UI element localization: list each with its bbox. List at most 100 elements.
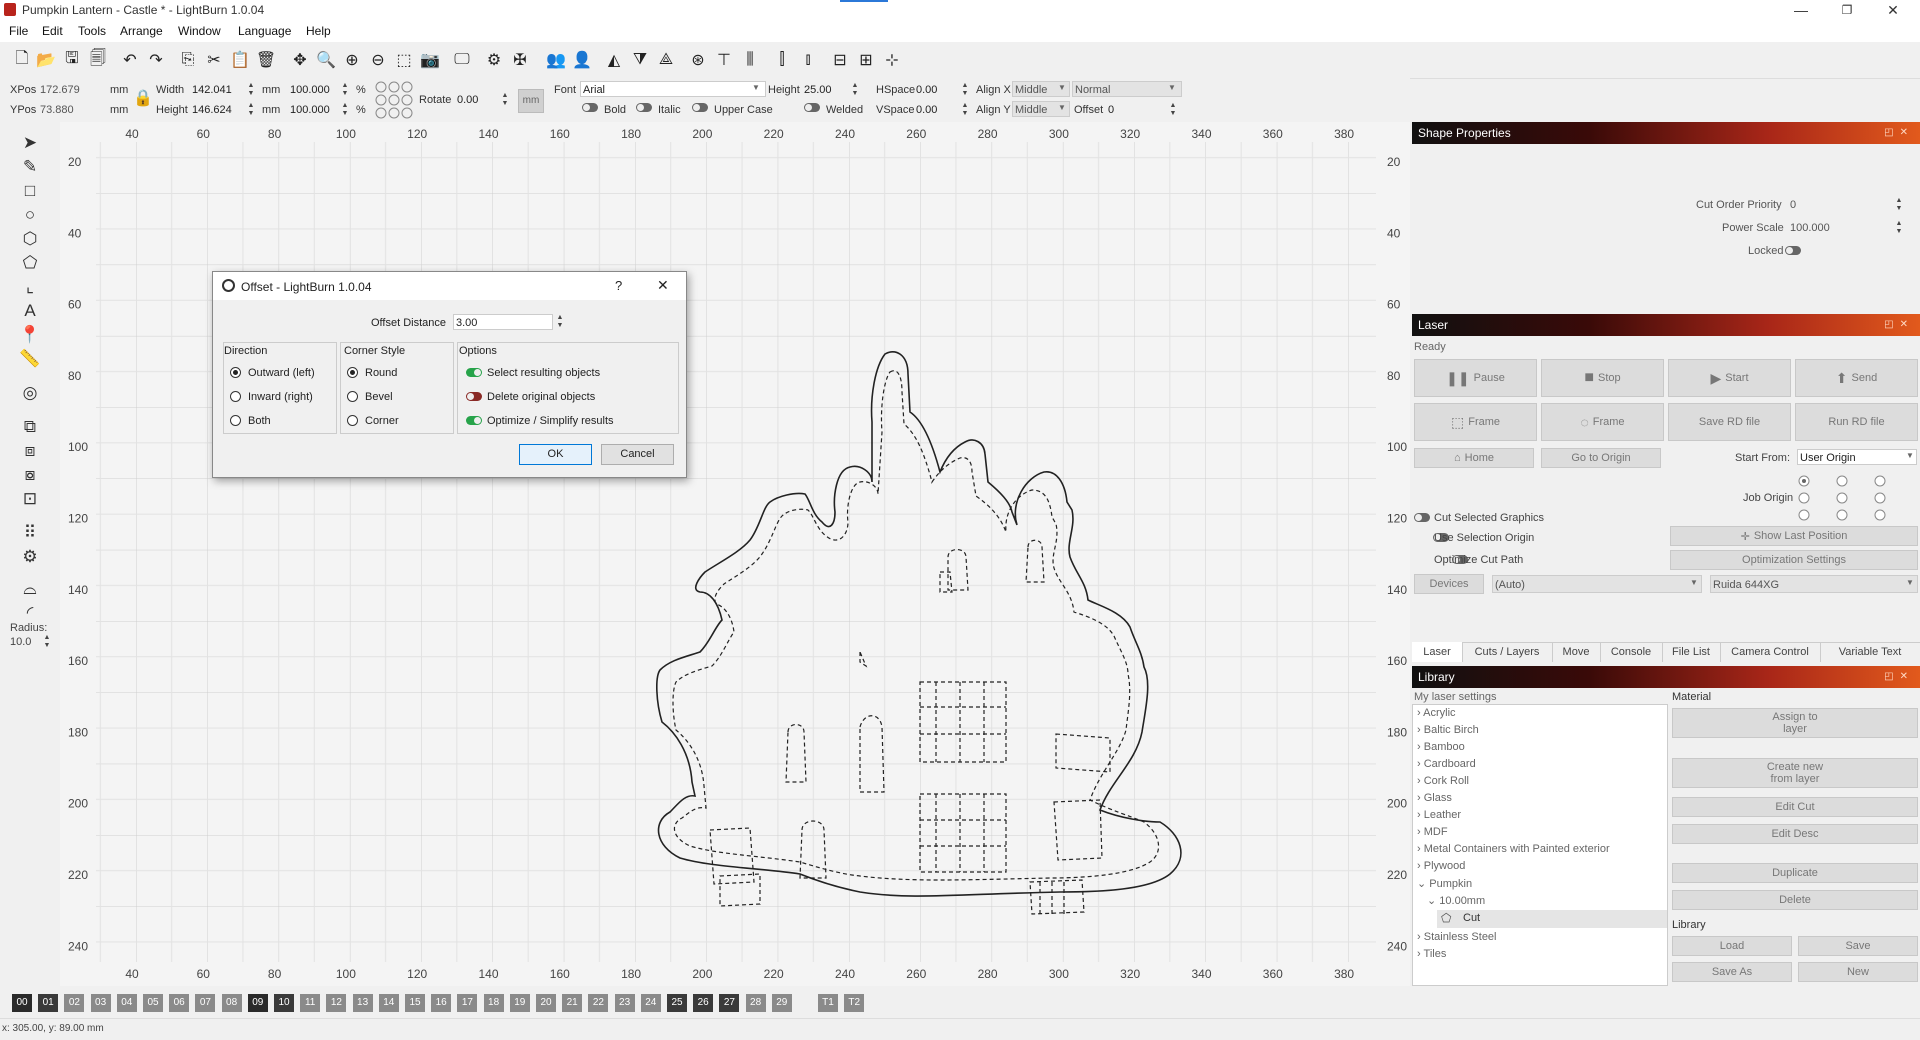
layer-swatch-12[interactable]: 12: [326, 994, 347, 1012]
distribute-v-icon[interactable]: ⫾: [798, 50, 818, 70]
arrange-icon[interactable]: ⊟: [830, 50, 850, 70]
align-center-icon[interactable]: ⊛: [688, 50, 708, 70]
height-spinner[interactable]: ▲ ▼: [246, 102, 256, 118]
tree-item-cork-roll[interactable]: › Cork Roll: [1417, 775, 1469, 787]
run-rd-button[interactable]: Run RD file: [1795, 403, 1918, 441]
load-library-button[interactable]: Load: [1672, 936, 1792, 956]
align-top-icon[interactable]: ⊤: [714, 50, 734, 70]
zoom-fit-icon[interactable]: ⬚: [394, 50, 414, 70]
boolean-intersect-icon[interactable]: ⊡: [18, 488, 42, 510]
zoom-in-icon[interactable]: ⊕: [342, 50, 362, 70]
layer-swatch-24[interactable]: 24: [640, 994, 661, 1012]
bold-toggle[interactable]: [582, 103, 598, 115]
menu-arrange[interactable]: Arrange: [120, 24, 163, 38]
corner-bevel-radio[interactable]: [347, 391, 358, 402]
menu-file[interactable]: File: [9, 24, 28, 38]
tab-camera-control[interactable]: Camera Control: [1720, 642, 1821, 662]
tree-item-pumpkin[interactable]: ⌄ Pumpkin: [1417, 877, 1472, 890]
scale-height-spinner[interactable]: ▲ ▼: [340, 102, 350, 118]
offset-distance-input[interactable]: 3.00: [453, 314, 553, 330]
text-tool-icon[interactable]: A: [18, 300, 42, 322]
paste-icon[interactable]: 📋: [230, 50, 250, 70]
edit-nodes-icon[interactable]: ✎: [18, 156, 42, 178]
rotate-field[interactable]: 0.00: [457, 94, 478, 106]
job-origin-grid[interactable]: [1797, 474, 1897, 522]
boolean-union-icon[interactable]: ⧈: [18, 440, 42, 462]
zoom-icon[interactable]: 🔍: [316, 50, 336, 70]
close-window-button[interactable]: ✕: [1870, 0, 1916, 20]
corner-round-radio[interactable]: [347, 367, 358, 378]
ellipse-tool-icon[interactable]: ○: [18, 204, 42, 226]
corner-corner-radio[interactable]: [347, 415, 358, 426]
layer-swatch-15[interactable]: 15: [405, 994, 425, 1012]
optimization-settings-button[interactable]: Optimization Settings: [1670, 550, 1918, 570]
layer-swatch-05[interactable]: 05: [143, 994, 163, 1012]
tree-item-cardboard[interactable]: › Cardboard: [1417, 758, 1476, 770]
line-tool-icon[interactable]: ⬠: [18, 252, 42, 274]
direction-outward-radio[interactable]: [230, 367, 241, 378]
hspace-spinner[interactable]: ▲ ▼: [960, 82, 970, 98]
copy-icon[interactable]: ⎘: [178, 50, 198, 70]
layer-swatch-04[interactable]: 04: [116, 994, 137, 1012]
tab-move[interactable]: Move: [1552, 642, 1601, 662]
layer-swatch-06[interactable]: 06: [169, 994, 190, 1012]
tree-item-baltic-birch[interactable]: › Baltic Birch: [1417, 724, 1479, 736]
devices-button[interactable]: Devices: [1414, 574, 1484, 594]
layer-swatch-17[interactable]: 17: [457, 994, 478, 1012]
welded-toggle[interactable]: [804, 103, 820, 115]
layer-swatch-18[interactable]: 18: [483, 994, 504, 1012]
tree-item-glass[interactable]: › Glass: [1417, 792, 1452, 804]
tree-item-tiles[interactable]: › Tiles: [1417, 948, 1446, 960]
power-scale-field[interactable]: 100.000: [1790, 222, 1830, 234]
circular-array-icon[interactable]: ⚙: [18, 546, 42, 568]
send-button[interactable]: ⬆ Send: [1795, 359, 1918, 397]
new-library-button[interactable]: New: [1798, 962, 1918, 982]
layer-swatch-07[interactable]: 07: [195, 994, 216, 1012]
frame-button[interactable]: ⬚ Frame: [1414, 403, 1537, 441]
save-library-button[interactable]: Save: [1798, 936, 1918, 956]
units-toggle[interactable]: mm: [518, 89, 544, 113]
layer-swatch-25[interactable]: 25: [667, 994, 687, 1012]
menu-tools[interactable]: Tools: [78, 24, 106, 38]
layer-swatch-t1[interactable]: T1: [818, 994, 838, 1012]
layer-swatch-03[interactable]: 03: [90, 994, 111, 1012]
width-spinner[interactable]: ▲ ▼: [246, 82, 256, 98]
layer-swatch-02[interactable]: 02: [64, 994, 85, 1012]
save-rd-button[interactable]: Save RD file: [1668, 403, 1791, 441]
tree-item-bamboo[interactable]: › Bamboo: [1417, 741, 1465, 753]
tree-item-pumpkin-10mm[interactable]: ⌄ 10.00mm: [1427, 894, 1485, 907]
layer-swatch-23[interactable]: 23: [614, 994, 635, 1012]
panel-controls-icon[interactable]: ◰✕: [1884, 122, 1914, 144]
italic-toggle[interactable]: [636, 103, 652, 115]
layer-swatch-21[interactable]: 21: [562, 994, 583, 1012]
cut-order-spinner[interactable]: ▲ ▼: [1894, 197, 1904, 213]
cut-icon[interactable]: ✂: [204, 50, 224, 70]
offset-field[interactable]: 0: [1108, 104, 1114, 116]
vspace-spinner[interactable]: ▲ ▼: [960, 102, 970, 118]
font-select[interactable]: Arial: [580, 81, 766, 97]
layer-swatch-16[interactable]: 16: [431, 994, 452, 1012]
lock-icon[interactable]: 🔒: [133, 88, 153, 108]
option-select-results[interactable]: Select resulting objects: [466, 367, 600, 379]
menu-help[interactable]: Help: [306, 24, 331, 38]
option-select-results-toggle[interactable]: [466, 368, 482, 377]
rotate-spinner[interactable]: ▲ ▼: [500, 92, 510, 108]
tree-item-metal-containers[interactable]: › Metal Containers with Painted exterior: [1417, 843, 1610, 855]
library-panel-controls-icon[interactable]: ◰✕: [1884, 666, 1914, 688]
distribute-h-icon[interactable]: ⫿: [772, 50, 792, 70]
cut-selected-toggle[interactable]: [1414, 513, 1430, 522]
weld-icon[interactable]: ⧉: [18, 416, 42, 438]
tree-item-mdf[interactable]: › MDF: [1417, 826, 1448, 838]
width-field[interactable]: 142.041: [192, 84, 232, 96]
dialog-help-button[interactable]: ?: [615, 278, 622, 293]
dialog-close-button[interactable]: ✕: [657, 277, 669, 294]
offset-distance-spinner[interactable]: ▲ ▼: [555, 314, 565, 330]
cancel-button[interactable]: Cancel: [601, 444, 674, 465]
restore-button[interactable]: ❐: [1824, 0, 1870, 20]
tab-cuts-layers[interactable]: Cuts / Layers: [1462, 642, 1553, 662]
tree-item-acrylic[interactable]: › Acrylic: [1417, 707, 1456, 719]
settings-icon[interactable]: ⚙: [484, 50, 504, 70]
anchor-grid[interactable]: [374, 80, 414, 120]
group-icon[interactable]: 👥: [546, 50, 566, 70]
camera-icon[interactable]: 📷: [420, 50, 440, 70]
